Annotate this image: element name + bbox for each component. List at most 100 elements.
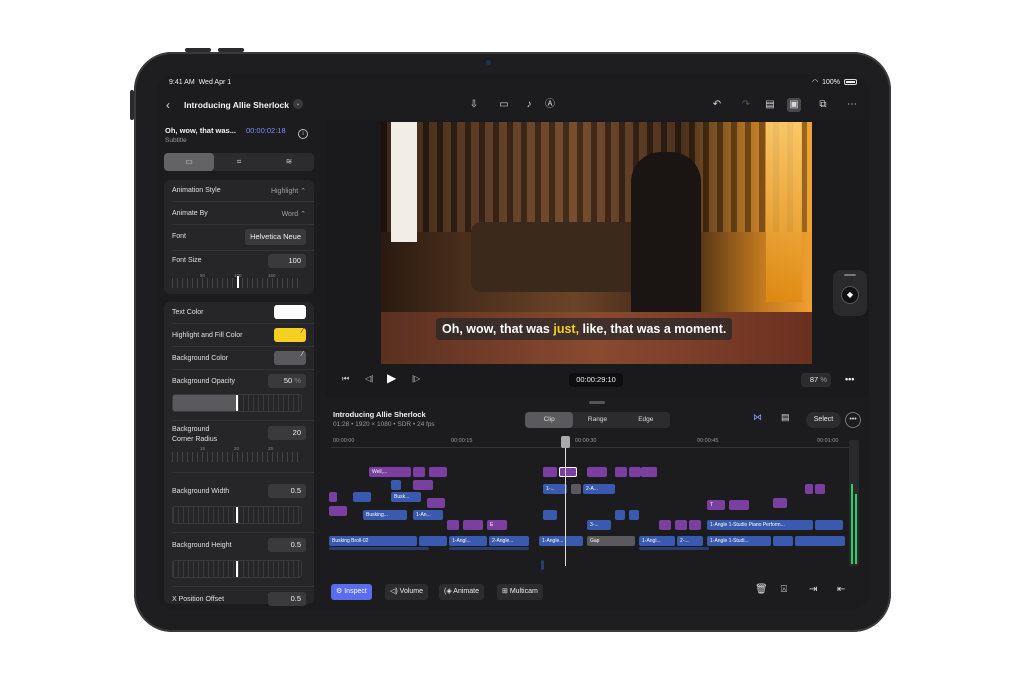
title-clip[interactable] — [413, 467, 425, 477]
play-icon[interactable]: ▶ — [387, 371, 396, 385]
title-clip[interactable] — [463, 520, 483, 530]
inspector-panel-icon[interactable]: ▤ — [763, 98, 777, 112]
audio-strip[interactable] — [639, 547, 709, 550]
microphone-icon[interactable]: ♪ — [522, 98, 536, 112]
zoom-field[interactable]: 87 % — [801, 373, 831, 387]
bg-opacity-field[interactable]: 50 % — [268, 374, 306, 388]
video-clip[interactable]: 1-... — [543, 484, 567, 494]
more-icon[interactable]: ⋯ — [845, 98, 859, 112]
trash-icon[interactable]: 🗑 — [755, 584, 768, 595]
title-clip[interactable] — [427, 498, 445, 508]
step-back-icon[interactable]: ◁| — [365, 374, 373, 383]
audio-strip[interactable] — [329, 547, 429, 550]
primary-clip[interactable] — [419, 536, 447, 546]
subtitle-caption[interactable]: Oh, wow, that was just, like, that was a… — [436, 318, 733, 340]
mode-range[interactable]: Range — [573, 412, 621, 428]
text-tab-icon[interactable]: ▭ — [164, 153, 214, 171]
title-clip[interactable] — [629, 467, 641, 477]
resize-handle[interactable] — [589, 401, 605, 404]
gap-clip[interactable]: Gap — [587, 536, 635, 546]
video-clip[interactable]: 2-A... — [583, 484, 615, 494]
pencil-circle-icon[interactable]: Ⓐ — [543, 98, 557, 112]
video-clip[interactable] — [815, 520, 843, 530]
title-clip[interactable] — [413, 480, 433, 490]
title-clip[interactable] — [329, 506, 347, 516]
animate-button[interactable]: (◈ Animate — [439, 584, 484, 600]
redo-icon[interactable]: ↷ — [739, 98, 753, 112]
primary-clip[interactable]: 1-Angle... — [539, 536, 583, 546]
title-clip-selected[interactable] — [559, 467, 577, 477]
project-title[interactable]: Introducing Allie Sherlock — [184, 100, 289, 110]
timeline-ruler[interactable]: 00:00:00 00:00:15 00:00:30 00:00:45 00:0… — [331, 438, 851, 448]
eyedropper-icon[interactable]: ⁄ — [274, 351, 306, 365]
primary-clip[interactable]: 1-Angle 1-Studi... — [707, 536, 771, 546]
undo-icon[interactable]: ↶ — [710, 98, 724, 112]
video-clip[interactable]: 1-Angle 1-Studio Piano Perform... — [707, 520, 813, 530]
jog-dial-icon[interactable]: ◆ — [841, 286, 859, 304]
timeline-more-icon[interactable]: ••• — [845, 412, 861, 428]
eyedropper-icon[interactable]: ⁄ — [274, 328, 306, 342]
multicam-button[interactable]: ⊞ Multicam — [497, 584, 543, 600]
video-clip[interactable] — [543, 510, 557, 520]
skip-start-icon[interactable]: ⏮ — [342, 374, 349, 384]
title-clip[interactable]: Well,... — [369, 467, 411, 477]
bg-height-field[interactable]: 0.5 — [268, 538, 306, 552]
title-clip[interactable] — [641, 467, 657, 477]
info-icon[interactable]: i — [298, 129, 308, 139]
bg-width-field[interactable]: 0.5 — [268, 484, 306, 498]
gap-clip[interactable] — [571, 484, 581, 494]
volume-button[interactable]: ◁) Volume — [385, 584, 429, 600]
viewer-more-icon[interactable]: ••• — [845, 374, 854, 384]
title-clip[interactable] — [675, 520, 687, 530]
font-size-field[interactable]: 100 — [268, 254, 306, 268]
primary-clip[interactable]: 1-Angl... — [449, 536, 487, 546]
title-clip[interactable]: T — [707, 500, 725, 510]
select-button[interactable]: Select — [806, 412, 841, 428]
step-forward-icon[interactable]: |▷ — [412, 374, 420, 383]
split-icon[interactable]: ⇥ — [809, 584, 817, 595]
corner-radius-field[interactable]: 20 — [268, 426, 306, 440]
title-clip[interactable] — [543, 467, 557, 477]
snapping-icon[interactable]: ⋈ — [753, 412, 762, 423]
video-clip[interactable] — [629, 510, 639, 520]
slider-thumb[interactable] — [236, 561, 238, 577]
playhead-line[interactable] — [565, 436, 566, 566]
title-clip[interactable] — [805, 484, 813, 494]
video-frame[interactable]: Oh, wow, that was just, like, that was a… — [381, 122, 812, 364]
title-clip[interactable] — [659, 520, 671, 530]
share-icon[interactable]: ⧉ — [816, 98, 830, 112]
chevron-down-icon[interactable]: ⌄ — [293, 99, 303, 109]
animation-style-select[interactable]: Highlight ⌃ — [271, 187, 306, 195]
animate-by-select[interactable]: Word ⌃ — [282, 210, 306, 218]
x-position-field[interactable]: 0.5 — [268, 592, 306, 606]
corner-radius-slider[interactable] — [172, 452, 302, 462]
slider-thumb[interactable] — [236, 395, 238, 411]
slider-thumb[interactable] — [236, 507, 238, 523]
playhead-timecode[interactable]: 00:00:29:10 — [569, 373, 623, 387]
title-clip[interactable] — [587, 467, 607, 477]
viewer-icon[interactable]: ▣ — [787, 98, 801, 112]
title-clip[interactable] — [773, 498, 787, 508]
title-clip[interactable] — [329, 492, 337, 502]
video-clip[interactable] — [615, 510, 625, 520]
primary-clip[interactable]: 2-... — [677, 536, 703, 546]
title-clip[interactable] — [689, 520, 701, 530]
playhead-handle[interactable] — [561, 436, 570, 448]
title-clip[interactable] — [447, 520, 459, 530]
primary-clip[interactable]: 2-Angle... — [489, 536, 529, 546]
layers-tab-icon[interactable]: ≋ — [264, 153, 314, 171]
transform-tab-icon[interactable]: ⌗ — [214, 153, 264, 171]
jog-wheel[interactable]: ◆ — [833, 270, 867, 316]
title-clip[interactable] — [729, 500, 749, 510]
text-color-swatch[interactable] — [274, 305, 306, 319]
import-icon[interactable]: ⇩ — [467, 98, 481, 112]
video-clip[interactable]: 1-An... — [413, 510, 443, 520]
mode-clip[interactable]: Clip — [525, 412, 574, 428]
primary-clip[interactable]: 1-Angl... — [639, 536, 675, 546]
back-chevron-icon[interactable]: ‹ — [166, 98, 170, 112]
video-clip[interactable]: 3-... — [587, 520, 611, 530]
camera-icon[interactable]: ▭ — [497, 98, 511, 112]
detach-icon[interactable]: ⍓ — [781, 584, 787, 595]
primary-clip[interactable] — [795, 536, 845, 546]
trim-icon[interactable]: ⇤ — [837, 584, 845, 595]
